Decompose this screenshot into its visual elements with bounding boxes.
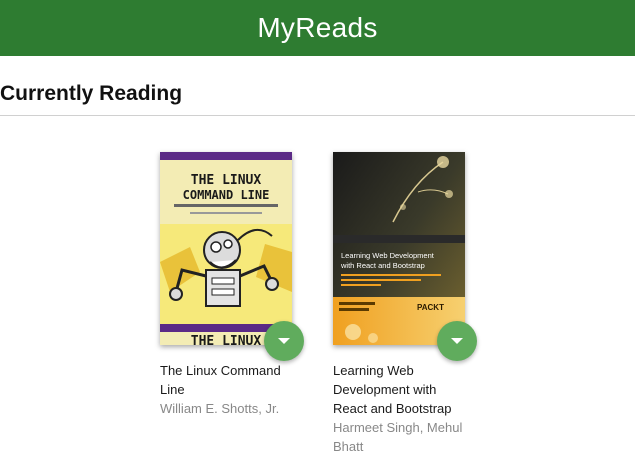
- cover-title-line1: THE LINUX: [191, 173, 262, 188]
- book-authors: Harmeet Singh, Mehul Bhatt: [333, 420, 463, 454]
- book-cover[interactable]: THE LINUX COMMAND LINE THE LINUX: [160, 152, 292, 345]
- cover-title-line2: with React and Bootstrap: [340, 261, 425, 270]
- shelf-changer-button[interactable]: [437, 321, 477, 361]
- shelf-title: Currently Reading: [0, 82, 183, 105]
- cover-title-line1: Learning Web Development: [341, 251, 435, 260]
- book-card: THE LINUX COMMAND LINE THE LINUX The Lin…: [160, 152, 310, 418]
- cover-publisher: PACKT: [417, 303, 444, 312]
- book-authors: William E. Shotts, Jr.: [160, 401, 280, 416]
- book-card: Learning Web Development with React and …: [333, 152, 483, 456]
- book-title: The Linux Command Line: [160, 363, 281, 397]
- chevron-down-icon: [451, 338, 463, 344]
- book-cover[interactable]: Learning Web Development with React and …: [333, 152, 465, 345]
- shelf-divider: [0, 115, 635, 116]
- cover-title-line2: COMMAND LINE: [183, 188, 270, 202]
- book-cover-art: Learning Web Development with React and …: [333, 152, 465, 345]
- app-title: MyReads: [257, 12, 378, 43]
- shelf-changer-button[interactable]: [264, 321, 304, 361]
- chevron-down-icon: [278, 338, 290, 344]
- cover-bottom-text: THE LINUX: [191, 334, 262, 345]
- book-cover-art: THE LINUX COMMAND LINE THE LINUX: [160, 152, 292, 345]
- book-title: Learning Web Development with React and …: [333, 363, 452, 416]
- app-header: MyReads: [0, 0, 635, 56]
